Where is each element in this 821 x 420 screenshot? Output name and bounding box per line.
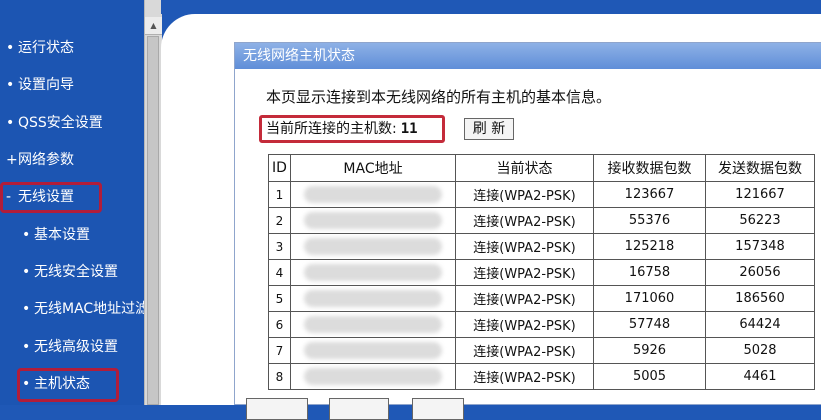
cell-id: 7 <box>268 337 291 364</box>
sidebar: • 运行状态 • 设置向导 • QSS安全设置 +网络参数 - 无线设置 • 基本设置 •… <box>0 0 144 405</box>
sidebar-item-label: 无线MAC地址过滤 <box>34 301 144 317</box>
cell-status: 连接(WPA2-PSK) <box>455 311 594 338</box>
sidebar-item-network-params[interactable]: +网络参数 <box>6 148 74 172</box>
cell-mac-redacted <box>290 233 456 260</box>
bottom-button-1[interactable] <box>246 398 308 420</box>
table-header-row: ID MAC地址 当前状态 接收数据包数 发送数据包数 <box>268 154 815 182</box>
cell-id: 1 <box>268 181 291 208</box>
table-row: 4 连接(WPA2-PSK) 16758 26056 <box>268 259 815 286</box>
cell-status: 连接(WPA2-PSK) <box>455 207 594 234</box>
cell-status: 连接(WPA2-PSK) <box>455 285 594 312</box>
sidebar-scrollbar[interactable]: ▲ <box>144 0 162 405</box>
table-row: 5 连接(WPA2-PSK) 171060 186560 <box>268 285 815 312</box>
sidebar-item-label: 运行状态 <box>18 40 74 56</box>
cell-tx: 157348 <box>705 233 815 260</box>
refresh-button[interactable]: 刷 新 <box>464 118 514 140</box>
redaction-blur <box>304 264 442 281</box>
sidebar-item-label: 无线安全设置 <box>34 264 118 280</box>
sidebar-item-label: 无线设置 <box>18 189 74 205</box>
table-row: 3 连接(WPA2-PSK) 125218 157348 <box>268 233 815 260</box>
cell-tx: 121667 <box>705 181 815 208</box>
redaction-blur <box>304 186 442 203</box>
redaction-blur <box>304 368 442 385</box>
host-count: 当前所连接的主机数: 11 <box>259 115 445 143</box>
bottom-button-3[interactable] <box>412 398 464 420</box>
cell-id: 6 <box>268 311 291 338</box>
sidebar-item-host-status[interactable]: • 主机状态 <box>22 372 90 396</box>
page-description: 本页显示连接到本无线网络的所有主机的基本信息。 <box>266 88 612 106</box>
cell-status: 连接(WPA2-PSK) <box>455 259 594 286</box>
cell-rx: 55376 <box>593 207 706 234</box>
sidebar-item-label: 无线高级设置 <box>34 339 118 355</box>
cell-mac-redacted <box>290 363 456 390</box>
cell-rx: 5005 <box>593 363 706 390</box>
column-header-status: 当前状态 <box>455 154 594 182</box>
cell-rx: 123667 <box>593 181 706 208</box>
sidebar-item-label: 主机状态 <box>34 376 90 392</box>
sidebar-item-label: 设置向导 <box>18 77 74 93</box>
cell-mac-redacted <box>290 259 456 286</box>
cell-id: 4 <box>268 259 291 286</box>
sidebar-item-wireless-advanced[interactable]: • 无线高级设置 <box>22 335 118 359</box>
table-row: 7 连接(WPA2-PSK) 5926 5028 <box>268 337 815 364</box>
sidebar-item-wireless-security[interactable]: • 无线安全设置 <box>22 260 118 284</box>
redaction-blur <box>304 238 442 255</box>
sidebar-item-label: QSS安全设置 <box>18 115 103 131</box>
column-header-mac: MAC地址 <box>290 154 456 182</box>
sidebar-item-label: 网络参数 <box>18 152 74 168</box>
sidebar-item-setup-wizard[interactable]: • 设置向导 <box>6 73 74 97</box>
cell-mac-redacted <box>290 207 456 234</box>
cell-rx: 171060 <box>593 285 706 312</box>
cell-id: 5 <box>268 285 291 312</box>
column-header-id: ID <box>268 154 291 182</box>
cell-id: 2 <box>268 207 291 234</box>
table-row: 2 连接(WPA2-PSK) 55376 56223 <box>268 207 815 234</box>
cell-status: 连接(WPA2-PSK) <box>455 337 594 364</box>
table-row: 6 连接(WPA2-PSK) 57748 64424 <box>268 311 815 338</box>
sidebar-item-mac-filter[interactable]: • 无线MAC地址过滤 <box>22 297 144 321</box>
sidebar-item-label: 基本设置 <box>34 227 90 243</box>
main-top-strip <box>161 0 821 14</box>
column-header-tx: 发送数据包数 <box>705 154 815 182</box>
sidebar-item-wireless-settings[interactable]: - 无线设置 <box>6 185 74 209</box>
panel-title: 无线网络主机状态 <box>235 43 821 69</box>
table-row: 8 连接(WPA2-PSK) 5005 4461 <box>268 363 815 390</box>
cell-mac-redacted <box>290 285 456 312</box>
bottom-button-2[interactable] <box>329 398 389 420</box>
cell-id: 8 <box>268 363 291 390</box>
cell-tx: 5028 <box>705 337 815 364</box>
host-table: ID MAC地址 当前状态 接收数据包数 发送数据包数 1 连接(WPA2-PS… <box>268 154 815 390</box>
sidebar-item-qss-security[interactable]: • QSS安全设置 <box>6 111 103 135</box>
cell-mac-redacted <box>290 337 456 364</box>
cell-rx: 5926 <box>593 337 706 364</box>
scrollbar-thumb[interactable] <box>147 36 159 405</box>
cell-rx: 16758 <box>593 259 706 286</box>
redaction-blur <box>304 290 442 307</box>
redaction-blur <box>304 212 442 229</box>
cell-tx: 186560 <box>705 285 815 312</box>
redaction-blur <box>304 316 442 333</box>
scroll-up-icon[interactable]: ▲ <box>145 17 162 35</box>
cell-mac-redacted <box>290 181 456 208</box>
cell-rx: 57748 <box>593 311 706 338</box>
host-count-value: 11 <box>400 121 418 137</box>
table-row: 1 连接(WPA2-PSK) 123667 121667 <box>268 181 815 208</box>
cell-rx: 125218 <box>593 233 706 260</box>
host-count-label: 当前所连接的主机数: <box>266 121 397 137</box>
redaction-blur <box>304 342 442 359</box>
cell-tx: 26056 <box>705 259 815 286</box>
sidebar-item-basic-settings[interactable]: • 基本设置 <box>22 223 90 247</box>
sidebar-item-running-status[interactable]: • 运行状态 <box>6 36 74 60</box>
cell-tx: 56223 <box>705 207 815 234</box>
column-header-rx: 接收数据包数 <box>593 154 706 182</box>
cell-mac-redacted <box>290 311 456 338</box>
cell-status: 连接(WPA2-PSK) <box>455 363 594 390</box>
cell-status: 连接(WPA2-PSK) <box>455 181 594 208</box>
cell-status: 连接(WPA2-PSK) <box>455 233 594 260</box>
cell-id: 3 <box>268 233 291 260</box>
cell-tx: 4461 <box>705 363 815 390</box>
cell-tx: 64424 <box>705 311 815 338</box>
